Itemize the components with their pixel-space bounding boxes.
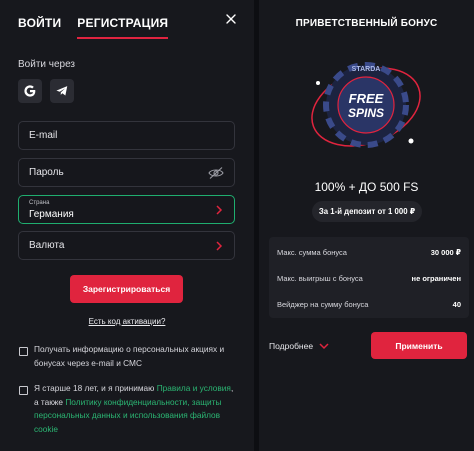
consent-news-text: Получать информацию о персональных акция… <box>34 344 225 368</box>
register-button[interactable]: Зарегистрироваться <box>70 275 183 303</box>
password-field[interactable]: Пароль <box>18 158 235 187</box>
google-login-button[interactable] <box>18 79 42 103</box>
country-value: Германия <box>29 209 74 220</box>
email-field[interactable]: E-mail <box>18 121 235 150</box>
bonus-row-label: Макс. выигрыш с бонуса <box>277 274 363 283</box>
tab-register[interactable]: РЕГИСТРАЦИЯ <box>77 16 169 39</box>
tab-login[interactable]: ВОЙТИ <box>18 16 61 39</box>
consent-terms-checkbox[interactable] <box>19 386 28 395</box>
activation-code-link-wrap: Есть код активации? <box>0 317 254 326</box>
country-label: Страна <box>29 200 50 206</box>
login-via-label: Войти через <box>18 59 76 70</box>
close-icon[interactable] <box>224 12 238 26</box>
bonus-row: Вейджер на сумму бонуса 40 <box>277 300 461 309</box>
currency-select[interactable]: Валюта <box>18 231 235 260</box>
chip-spins-text: SPINS <box>348 106 384 120</box>
bonus-panel: ПРИВЕТСТВЕННЫЙ БОНУС STARDA FREE SPINS 1… <box>259 0 474 451</box>
telegram-login-button[interactable] <box>50 79 74 103</box>
more-details-toggle[interactable]: Подробнее <box>269 341 329 351</box>
consent-news-checkbox[interactable] <box>19 347 28 356</box>
free-spins-chip-image: STARDA FREE SPINS <box>311 62 421 148</box>
registration-panel: ВОЙТИ РЕГИСТРАЦИЯ Войти через E-mail Пар… <box>0 0 254 451</box>
apply-bonus-button[interactable]: Применить <box>371 332 467 359</box>
bonus-row: Макс. выигрыш с бонуса не ограничен <box>277 274 461 283</box>
bonus-row-label: Вейджер на сумму бонуса <box>277 300 369 309</box>
chevron-down-icon <box>319 342 329 349</box>
deposit-badge: За 1-й депозит от 1 000 ₽ <box>312 201 422 222</box>
bonus-row-label: Макс. сумма бонуса <box>277 248 347 257</box>
password-placeholder: Пароль <box>29 167 64 178</box>
more-details-label: Подробнее <box>269 341 314 351</box>
chip-free-text: FREE <box>349 91 384 106</box>
email-placeholder: E-mail <box>29 130 58 141</box>
google-icon <box>24 85 36 97</box>
currency-placeholder: Валюта <box>29 240 65 251</box>
eye-off-icon[interactable] <box>208 166 224 180</box>
consent-terms-text: Я старше 18 лет, и я принимаю Правила и … <box>34 382 240 436</box>
chevron-right-icon <box>216 241 223 251</box>
bonus-row-value: 30 000 ₽ <box>430 248 461 257</box>
chevron-right-icon <box>216 205 223 215</box>
terms-link[interactable]: Правила и условия <box>157 383 231 393</box>
country-select[interactable]: Страна Германия <box>18 195 235 224</box>
bonus-row-value: не ограничен <box>411 274 461 283</box>
bonus-row-value: 40 <box>452 300 461 309</box>
bonus-row: Макс. сумма бонуса 30 000 ₽ <box>277 248 461 257</box>
bonus-title: ПРИВЕТСТВЕННЫЙ БОНУС <box>295 18 438 29</box>
telegram-icon <box>56 86 68 96</box>
chip-ring-text: STARDA <box>352 66 381 73</box>
activation-code-link[interactable]: Есть код активации? <box>89 317 166 326</box>
auth-tabs: ВОЙТИ РЕГИСТРАЦИЯ <box>18 16 169 39</box>
bonus-headline: 100% + ДО 500 FS <box>314 180 419 194</box>
consent-terms-part1: Я старше 18 лет, и я принимаю <box>34 383 157 393</box>
bonus-details-table: Макс. сумма бонуса 30 000 ₽ Макс. выигры… <box>269 237 469 318</box>
